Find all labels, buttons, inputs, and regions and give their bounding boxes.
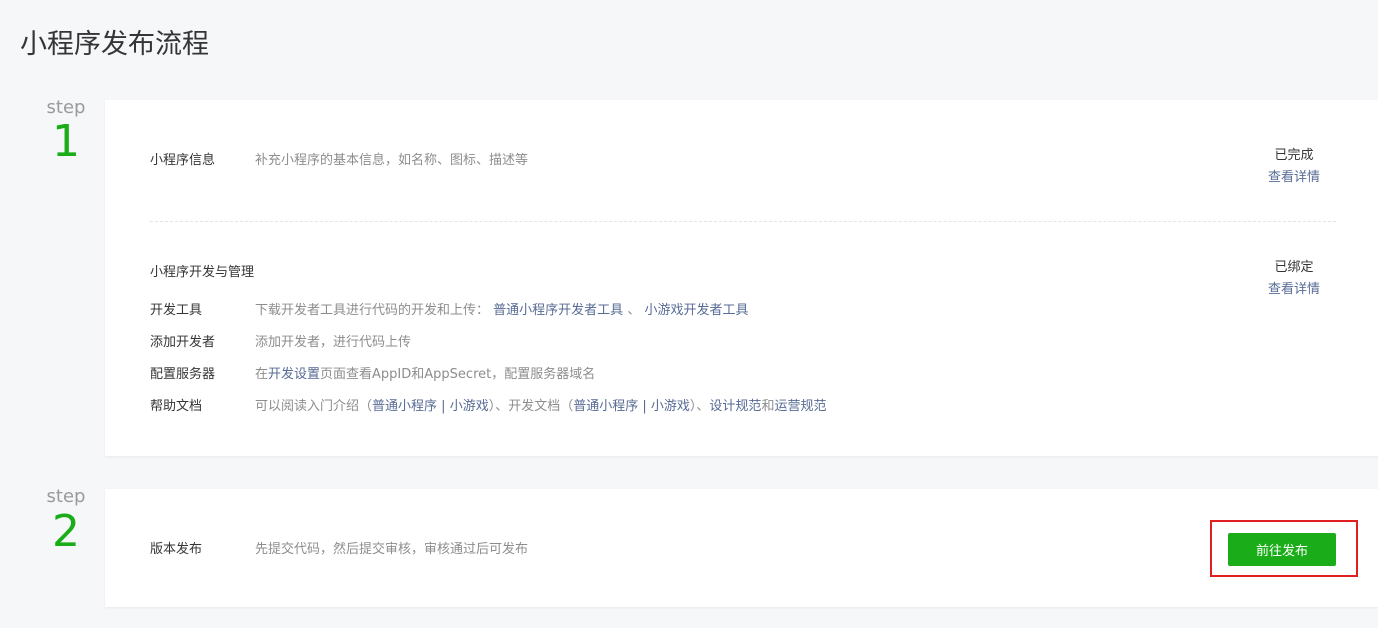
dev-management-heading: 小程序开发与管理 bbox=[150, 265, 255, 280]
mini-program-info-label: 小程序信息 bbox=[150, 153, 216, 168]
go-publish-button[interactable]: 前往发布 bbox=[1228, 533, 1336, 566]
dev-tools-desc: 下载开发者工具进行代码的开发和上传： bbox=[255, 303, 490, 318]
configure-server-label: 配置服务器 bbox=[150, 367, 216, 382]
intro-mini-program-link[interactable]: 普通小程序 bbox=[372, 399, 437, 414]
step-2-card: 版本发布 先提交代码，然后提交审核，审核通过后可发布 bbox=[105, 489, 1378, 607]
mini-program-info-desc: 补充小程序的基本信息，如名称、图标、描述等 bbox=[255, 153, 529, 168]
dev-view-details-link[interactable]: 查看详情 bbox=[1254, 279, 1334, 301]
mini-game-devtools-link[interactable]: 小游戏开发者工具 bbox=[644, 303, 748, 318]
docs-divider: | bbox=[638, 399, 651, 414]
configure-server-row: 在开发设置页面查看AppID和AppSecret，配置服务器域名 bbox=[255, 363, 595, 382]
help-docs-label: 帮助文档 bbox=[150, 399, 203, 414]
docs-mini-game-link[interactable]: 小游戏 bbox=[651, 399, 690, 414]
help-docs-text-6: 和 bbox=[761, 399, 775, 414]
info-status-block: 已完成 查看详情 bbox=[1254, 145, 1334, 189]
help-docs-text-3: ）、开发文档（ bbox=[488, 399, 574, 414]
step-2-label: step bbox=[46, 486, 86, 507]
add-developer-desc: 添加开发者，进行代码上传 bbox=[255, 335, 412, 350]
page-title: 小程序发布流程 bbox=[20, 29, 209, 60]
mini-program-devtools-link[interactable]: 普通小程序开发者工具 bbox=[493, 303, 623, 318]
configure-server-post: 页面查看AppID和AppSecret，配置服务器域名 bbox=[320, 367, 596, 382]
step-1-number: 1 bbox=[52, 116, 80, 167]
help-docs-row: 可以阅读入门介绍（普通小程序 | 小游戏）、开发文档（普通小程序 | 小游戏）、… bbox=[255, 395, 826, 414]
operation-guidelines-link[interactable]: 运营规范 bbox=[774, 399, 826, 414]
step-1-card: 小程序信息 补充小程序的基本信息，如名称、图标、描述等 已完成 查看详情 小程序… bbox=[105, 100, 1378, 456]
dev-tools-label: 开发工具 bbox=[150, 303, 203, 318]
version-release-label: 版本发布 bbox=[150, 542, 203, 557]
configure-server-pre: 在 bbox=[255, 367, 269, 382]
info-status-text: 已完成 bbox=[1274, 148, 1314, 163]
add-developer-label: 添加开发者 bbox=[150, 335, 216, 350]
help-docs-text-1: 可以阅读入门介绍（ bbox=[255, 399, 373, 414]
help-docs-text-5: ）、 bbox=[689, 399, 710, 414]
section-divider bbox=[150, 221, 1336, 222]
version-release-desc: 先提交代码，然后提交审核，审核通过后可发布 bbox=[255, 542, 529, 557]
dev-status-text: 已绑定 bbox=[1274, 260, 1314, 275]
step-2-number: 2 bbox=[52, 506, 80, 557]
intro-mini-game-link[interactable]: 小游戏 bbox=[450, 399, 489, 414]
step-1-label: step bbox=[46, 97, 86, 118]
docs-mini-program-link[interactable]: 普通小程序 bbox=[573, 399, 638, 414]
design-guidelines-link[interactable]: 设计规范 bbox=[709, 399, 761, 414]
dev-status-block: 已绑定 查看详情 bbox=[1254, 257, 1334, 301]
dev-tools-separator: 、 bbox=[627, 303, 641, 318]
intro-divider: | bbox=[437, 399, 450, 414]
dev-tools-row: 下载开发者工具进行代码的开发和上传： 普通小程序开发者工具 、 小游戏开发者工具 bbox=[255, 299, 748, 318]
info-view-details-link[interactable]: 查看详情 bbox=[1254, 167, 1334, 189]
dev-settings-link[interactable]: 开发设置 bbox=[268, 367, 320, 382]
